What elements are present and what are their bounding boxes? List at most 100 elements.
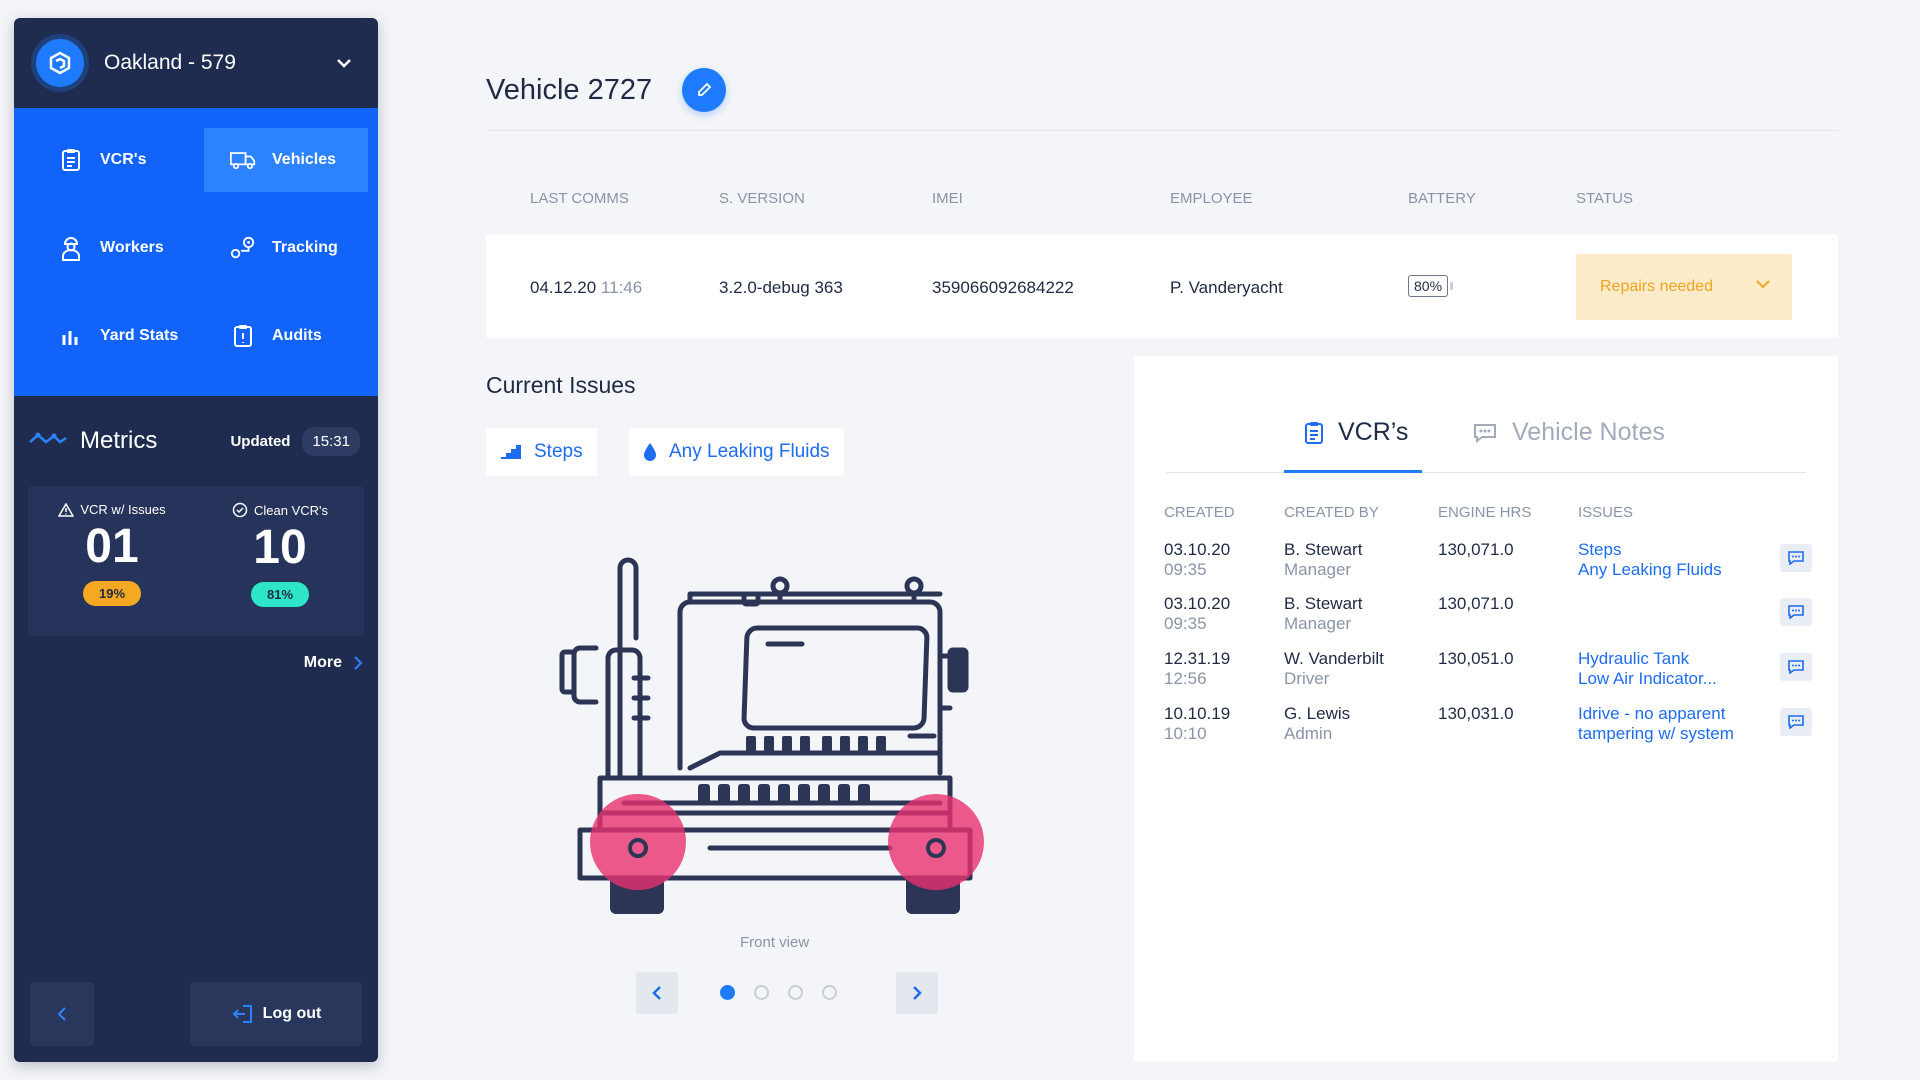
imei-value: 359066092684222 [932,278,1074,297]
metrics-title: Metrics [80,427,158,454]
carousel-dot[interactable] [788,985,803,1000]
vcr-issue-link[interactable]: Steps [1578,540,1621,559]
nav-label: Audits [272,327,322,344]
tab-label: VCR’s [1338,418,1409,446]
chevron-left-icon [652,986,661,1000]
vcr-creator-name: B. Stewart [1284,594,1363,613]
vcr-engine-hrs: 130,051.0 [1438,649,1514,668]
chevron-right-icon [913,986,922,1000]
col-created: CREATED [1164,504,1235,521]
vcr-creator: B. Stewart Manager [1284,540,1362,580]
last-comms: 04.12.20 11:46 [530,278,642,298]
tab-vehicle-notes[interactable]: Vehicle Notes [1472,418,1665,447]
vcr-creator: G. Lewis Admin [1284,704,1350,744]
col-imei: IMEI [932,190,963,207]
carousel-dot[interactable] [754,985,769,1000]
vcr-time: 10:10 [1164,724,1207,743]
page-title: Vehicle 2727 [486,73,653,106]
vcr-creator-name: B. Stewart [1284,540,1363,559]
nav-item-tracking[interactable]: Tracking [204,216,368,280]
chat-icon [1788,715,1804,729]
edit-vehicle-button[interactable] [682,68,727,112]
route-icon [230,235,256,261]
vcr-issue-link[interactable]: Hydraulic Tank [1578,649,1689,668]
status-dropdown[interactable]: Repairs needed [1576,254,1792,320]
carousel-dot[interactable] [720,985,735,1000]
more-link[interactable]: More [14,636,378,672]
info-header-row: LAST COMMS S. VERSION IMEI EMPLOYEE BATT… [486,190,1838,210]
nav-item-vehicles[interactable]: Vehicles [204,128,368,192]
comment-button[interactable] [1780,653,1812,681]
current-issues-title: Current Issues [486,372,636,398]
info-row: 04.12.20 11:46 3.2.0-debug 363 359066092… [486,234,1838,338]
nav-label: Workers [100,239,164,256]
vcr-date: 12.31.19 [1164,649,1231,668]
collapse-sidebar-button[interactable] [30,982,94,1046]
col-status: STATUS [1576,190,1633,207]
vcr-created: 10.10.19 10:10 [1164,704,1230,744]
vcr-created: 12.31.19 12:56 [1164,649,1230,689]
audit-clipboard-icon [230,323,256,349]
next-view-button[interactable] [896,972,938,1014]
location-selector[interactable]: Oakland - 579 [14,18,378,108]
vcr-issue-link[interactable]: tampering w/ system [1578,724,1734,743]
nav-item-yard-stats[interactable]: Yard Stats [32,304,196,368]
vcr-row[interactable]: 12.31.19 12:56 W. Vanderbilt Driver 130,051.… [1134,649,1838,701]
issue-hotspot[interactable] [590,794,686,890]
last-comms-time: 11:46 [600,278,643,297]
issue-chip-leaking-fluids[interactable]: Any Leaking Fluids [629,428,844,476]
vcr-row[interactable]: 10.10.19 10:10 G. Lewis Admin 130,031.0 Idriv… [1134,704,1838,756]
issue-hotspot[interactable] [888,794,984,890]
prev-view-button[interactable] [636,972,678,1014]
vcr-row[interactable]: 03.10.20 09:35 B. Stewart Manager 130,071.0 S… [1134,540,1838,592]
vcr-creator: B. Stewart Manager [1284,594,1362,634]
tab-vcrs[interactable]: VCR’s [1304,418,1408,447]
col-engine-hrs: ENGINE HRS [1438,504,1532,521]
col-employee: EMPLOYEE [1170,190,1253,207]
steps-icon [501,445,521,459]
warning-icon [58,502,75,517]
nav-item-workers[interactable]: Workers [32,216,196,280]
truck-icon [230,147,256,173]
vcr-date: 03.10.20 [1164,594,1231,613]
nav-label: Yard Stats [100,327,179,344]
metric-issues-badge: 19% [82,581,142,606]
sidebar-footer: Log out [30,982,362,1046]
nav-item-audits[interactable]: Audits [204,304,368,368]
metric-issues: VCR w/ Issues 01 19% [28,486,196,636]
carousel-dot[interactable] [822,985,837,1000]
trend-icon [28,430,68,453]
comment-button[interactable] [1780,708,1812,736]
metrics-header: Metrics Updated 15:31 [14,396,378,486]
col-issues: ISSUES [1578,504,1634,521]
check-circle-icon [232,502,248,518]
issue-chip-steps[interactable]: Steps [486,428,597,476]
active-tab-indicator [1284,470,1422,473]
app-logo [36,39,84,87]
vcr-creator-role: Admin [1284,724,1333,743]
chat-icon [1788,660,1804,674]
logout-button[interactable]: Log out [190,982,362,1046]
vcr-issue-link[interactable]: Any Leaking Fluids [1578,560,1722,579]
main-nav: VCR's Vehicles Workers Tracking Yard Sta… [14,108,378,396]
chevron-down-icon[interactable] [332,51,356,75]
vcr-creator-role: Driver [1284,669,1330,688]
vcr-time: 09:35 [1164,614,1207,633]
clipboard-icon [58,147,84,173]
vcr-creator-role: Manager [1284,560,1352,579]
more-label: More [303,654,342,671]
vcr-row[interactable]: 03.10.20 09:35 B. Stewart Manager 130,071.0 [1134,594,1838,646]
col-created-by: CREATED BY [1284,504,1379,521]
nav-label: VCR's [100,151,147,168]
vcr-issue-link[interactable]: Low Air Indicator... [1578,669,1717,688]
comment-button[interactable] [1780,598,1812,626]
metrics-card: VCR w/ Issues 01 19% Clean VCR's 10 81% [28,486,364,636]
nav-item-vcrs[interactable]: VCR's [32,128,196,192]
vcr-date: 03.10.20 [1164,540,1231,559]
metric-issues-label: VCR w/ Issues [80,502,166,517]
pencil-icon [698,82,712,96]
comment-button[interactable] [1780,544,1812,572]
clipboard-icon [1305,421,1323,444]
vcr-creator-name: G. Lewis [1284,704,1351,723]
vcr-issue-link[interactable]: Idrive - no apparent [1578,704,1725,723]
